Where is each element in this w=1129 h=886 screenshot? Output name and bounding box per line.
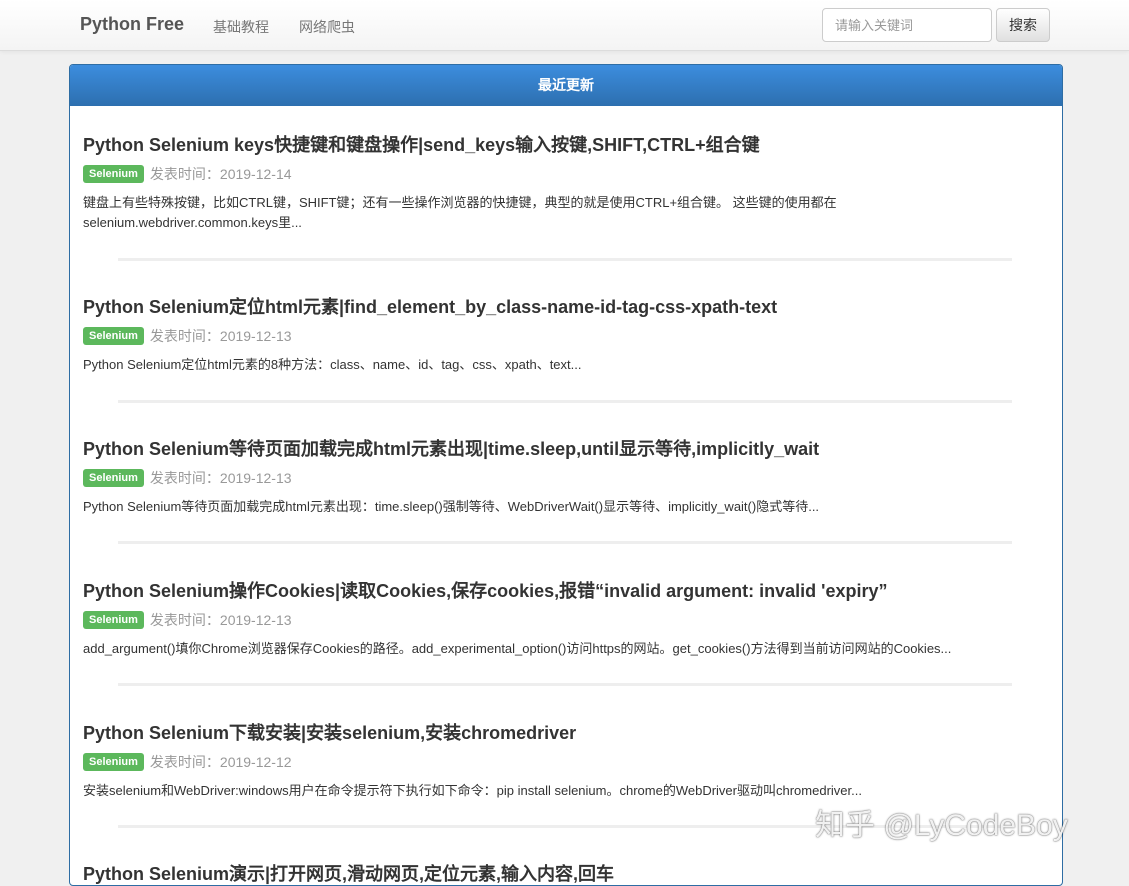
post-summary: Python Selenium定位html元素的8种方法：class、name、… <box>83 355 1048 375</box>
post-summary: add_argument()填你Chrome浏览器保存Cookies的路径。ad… <box>83 639 1048 659</box>
post-summary: 键盘上有些特殊按键，比如CTRL键，SHIFT键；还有一些操作浏览器的快捷键，典… <box>83 193 1048 233</box>
post-title[interactable]: Python Selenium操作Cookies|读取Cookies,保存coo… <box>83 577 1048 603</box>
post-item: Python Selenium演示|打开网页,滑动网页,定位元素,输入内容,回车 <box>83 860 1048 885</box>
brand-logo[interactable]: Python Free <box>80 14 184 35</box>
nav-link-basic-tutorial[interactable]: 基础教程 <box>213 17 269 37</box>
summary-line: selenium.webdriver.common.keys里... <box>83 215 302 230</box>
post-item: Python Selenium操作Cookies|读取Cookies,保存coo… <box>83 577 1048 659</box>
summary-line: 键盘上有些特殊按键，比如CTRL键，SHIFT键；还有一些操作浏览器的快捷键，典… <box>83 195 837 210</box>
search-input[interactable] <box>822 8 992 42</box>
post-title[interactable]: Python Selenium定位html元素|find_element_by_… <box>83 293 1048 319</box>
search-button[interactable]: 搜索 <box>996 8 1050 42</box>
category-tag[interactable]: Selenium <box>83 611 144 629</box>
post-date: 发表时间：2019-12-13 <box>149 612 292 628</box>
post-meta: Selenium 发表时间：2019-12-12 <box>83 752 1048 772</box>
watermark: 知乎 @LyCodeBoy <box>815 809 1068 842</box>
post-meta: Selenium 发表时间：2019-12-14 <box>83 164 1048 184</box>
post-summary: Python Selenium等待页面加载完成html元素出现：time.sle… <box>83 497 1048 517</box>
post-date: 发表时间：2019-12-13 <box>149 470 292 486</box>
panel-heading: 最近更新 <box>70 65 1062 106</box>
divider <box>118 541 1012 544</box>
post-meta: Selenium 发表时间：2019-12-13 <box>83 468 1048 488</box>
post-title[interactable]: Python Selenium等待页面加载完成html元素出现|time.sle… <box>83 435 1048 461</box>
category-tag[interactable]: Selenium <box>83 753 144 771</box>
category-tag[interactable]: Selenium <box>83 327 144 345</box>
post-date: 发表时间：2019-12-12 <box>149 754 292 770</box>
post-item: Python Selenium定位html元素|find_element_by_… <box>83 293 1048 375</box>
summary-line: Python Selenium定位html元素的8种方法：class、name、… <box>83 357 582 372</box>
post-title[interactable]: Python Selenium下载安装|安装selenium,安装chromed… <box>83 719 1048 745</box>
summary-line: add_argument()填你Chrome浏览器保存Cookies的路径。ad… <box>83 641 952 656</box>
summary-line: 安装selenium和WebDriver:windows用户在命令提示符下执行如… <box>83 783 862 798</box>
divider <box>118 400 1012 403</box>
post-date: 发表时间：2019-12-14 <box>149 166 292 182</box>
post-summary: 安装selenium和WebDriver:windows用户在命令提示符下执行如… <box>83 781 1048 801</box>
post-item: Python Selenium等待页面加载完成html元素出现|time.sle… <box>83 435 1048 517</box>
post-item: Python Selenium keys快捷键和键盘操作|send_keys输入… <box>83 131 1048 233</box>
post-date: 发表时间：2019-12-13 <box>149 328 292 344</box>
summary-line: Python Selenium等待页面加载完成html元素出现：time.sle… <box>83 499 820 514</box>
divider <box>118 258 1012 261</box>
nav-link-web-crawler[interactable]: 网络爬虫 <box>299 17 355 37</box>
top-navbar: Python Free 基础教程 网络爬虫 搜索 <box>0 0 1129 51</box>
divider <box>118 683 1012 686</box>
category-tag[interactable]: Selenium <box>83 165 144 183</box>
post-meta: Selenium 发表时间：2019-12-13 <box>83 610 1048 630</box>
post-meta: Selenium 发表时间：2019-12-13 <box>83 326 1048 346</box>
recent-updates-panel: 最近更新 Python Selenium keys快捷键和键盘操作|send_k… <box>69 64 1063 886</box>
post-title[interactable]: Python Selenium演示|打开网页,滑动网页,定位元素,输入内容,回车 <box>83 860 1048 885</box>
post-item: Python Selenium下载安装|安装selenium,安装chromed… <box>83 719 1048 801</box>
category-tag[interactable]: Selenium <box>83 469 144 487</box>
post-title[interactable]: Python Selenium keys快捷键和键盘操作|send_keys输入… <box>83 131 1048 157</box>
